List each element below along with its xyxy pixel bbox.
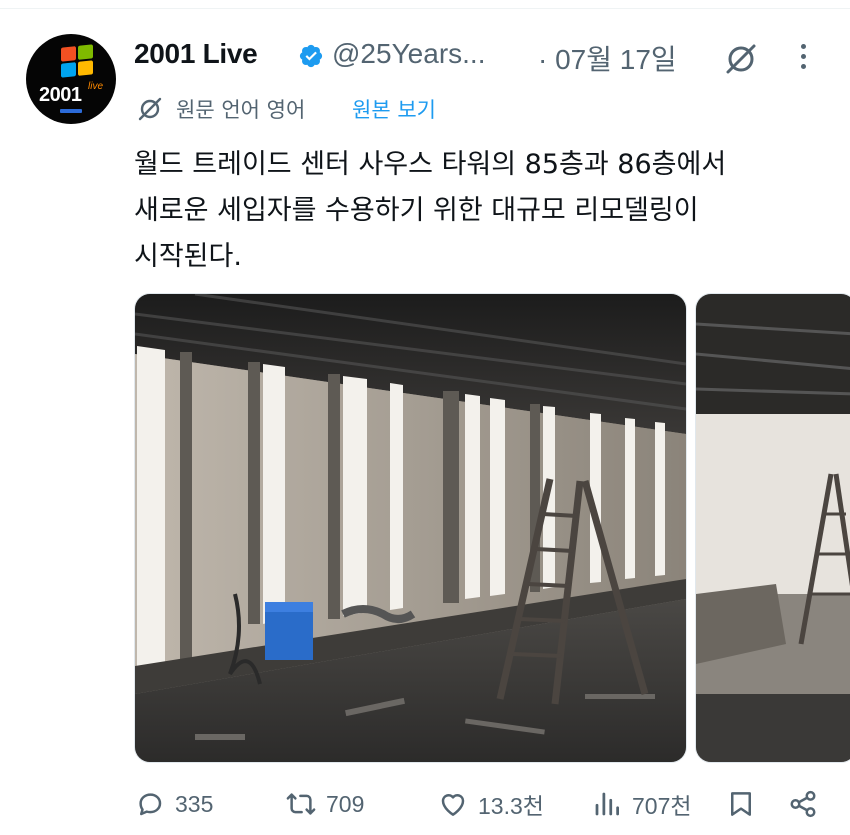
repost-count: 709 [326,790,365,817]
windows-flag-logo [61,44,93,78]
tweet-photo-1[interactable] [134,293,687,763]
reply-button[interactable]: 335 [135,780,213,828]
repost-button[interactable]: 709 [286,780,364,828]
bookmark-icon [731,792,751,816]
show-original-link[interactable]: 원본 보기 [352,94,436,124]
tweet-actions: 335 709 13.3천 707천 [0,780,850,830]
avatar-text: 2001 [39,84,82,106]
translation-label: 원문 언어 영어 [176,98,306,122]
like-button[interactable]: 13.3천 [438,780,544,828]
tweet-text: 월드 트레이드 센터 사우스 타워의 85층과 86층에서 새로운 세입자를 수… [134,149,727,272]
grok-icon[interactable] [723,41,759,77]
top-divider [0,8,850,9]
avatar-bar [60,109,82,113]
reply-icon [139,793,162,816]
display-name[interactable]: 2001 Live [134,38,258,70]
tweet-photo-2[interactable] [695,293,850,763]
share-icon [790,790,816,818]
reply-count: 335 [175,790,214,817]
translate-icon [138,97,162,121]
share-button[interactable] [788,780,818,828]
views-button[interactable]: 707천 [592,780,692,828]
views-count: 707천 [632,793,692,819]
verified-icon [299,44,323,68]
repost-icon [286,793,316,815]
like-icon [441,794,465,816]
account-handle[interactable]: @25Years... [332,38,485,70]
views-icon [595,792,619,816]
like-count: 13.3천 [478,793,544,819]
avatar[interactable]: 2001 live [26,34,116,124]
more-icon[interactable] [791,40,815,74]
timestamp[interactable]: · 07월 17일 [538,38,677,78]
bookmark-button[interactable] [726,780,756,828]
avatar-badge: live [88,81,104,92]
